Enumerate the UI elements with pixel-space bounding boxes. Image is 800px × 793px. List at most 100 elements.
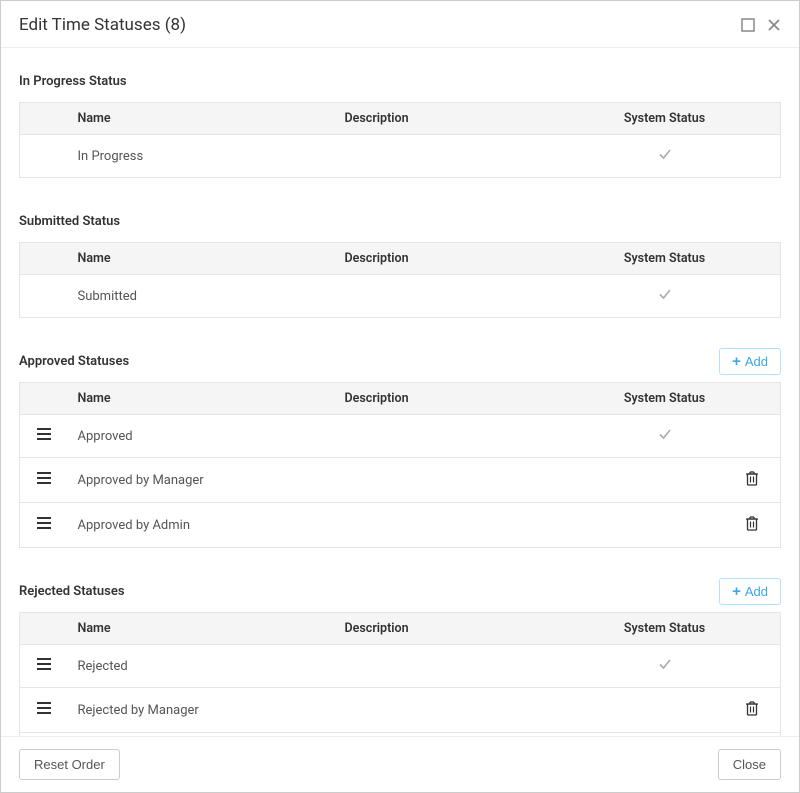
status-description-cell[interactable] (335, 275, 605, 318)
plus-icon: + (732, 584, 741, 599)
table-row: Submitted (20, 275, 781, 318)
trash-icon[interactable] (745, 515, 759, 531)
section-header: Rejected Statuses + Add (19, 576, 781, 606)
col-header-actions (725, 243, 781, 275)
status-description-cell[interactable] (335, 688, 605, 733)
col-header-description: Description (335, 243, 605, 275)
col-header-description: Description (335, 383, 605, 415)
trash-icon[interactable] (745, 470, 759, 486)
col-header-system-status: System Status (605, 103, 725, 135)
status-table: NameDescriptionSystem StatusApprovedAppr… (19, 382, 781, 548)
system-status-cell (605, 503, 725, 548)
col-header-description: Description (335, 613, 605, 645)
actions-cell (725, 275, 781, 318)
status-section: In Progress Status NameDescriptionSystem … (19, 66, 781, 178)
drag-handle-icon[interactable] (36, 516, 52, 530)
drag-cell (20, 688, 68, 733)
section-header: Approved Statuses+Add (19, 346, 781, 376)
dialog-title: Edit Time Statuses (8) (19, 15, 186, 35)
status-name-cell[interactable]: Rejected (68, 645, 335, 688)
system-status-cell (605, 458, 725, 503)
status-name-cell[interactable]: In Progress (68, 135, 335, 178)
drag-cell (20, 135, 68, 178)
dialog-footer: Reset Order Close (1, 736, 799, 792)
col-header-handle (20, 103, 68, 135)
drag-cell (20, 415, 68, 458)
status-table: NameDescriptionSystem Status RejectedReje… (19, 612, 781, 736)
drag-handle-icon[interactable] (36, 471, 52, 485)
dialog-header: Edit Time Statuses (8) (1, 1, 799, 48)
actions-cell (725, 503, 781, 548)
system-status-cell (605, 688, 725, 733)
actions-cell (725, 135, 781, 178)
add-button-label: Add (745, 584, 768, 599)
drag-cell (20, 458, 68, 503)
drag-cell (20, 275, 68, 318)
system-status-cell (605, 135, 725, 178)
add-button[interactable]: + Add (719, 578, 781, 605)
section-header: In Progress Status (19, 66, 781, 96)
col-header-description: Description (335, 103, 605, 135)
check-icon (658, 657, 672, 671)
plus-icon: + (732, 354, 741, 369)
drag-handle-icon[interactable] (36, 701, 52, 715)
close-button[interactable]: Close (718, 749, 781, 780)
actions-cell (725, 415, 781, 458)
status-description-cell[interactable] (335, 458, 605, 503)
drag-cell (20, 645, 68, 688)
status-description-cell[interactable] (335, 645, 605, 688)
status-section: Approved Statuses+AddNameDescriptionSyst… (19, 346, 781, 548)
actions-cell (725, 458, 781, 503)
drag-handle-icon[interactable] (36, 657, 52, 671)
status-description-cell[interactable] (335, 503, 605, 548)
table-row: Approved (20, 415, 781, 458)
edit-time-statuses-dialog: Edit Time Statuses (8) In Progress Statu… (0, 0, 800, 793)
table-row: Approved by Admin (20, 503, 781, 548)
status-section: Submitted Status NameDescriptionSystem St… (19, 206, 781, 318)
col-header-name: Name (68, 103, 335, 135)
system-status-cell (605, 415, 725, 458)
section-title: Rejected Statuses (19, 584, 125, 599)
col-header-system-status: System Status (605, 383, 725, 415)
col-header-actions (725, 383, 781, 415)
drag-handle-icon[interactable] (36, 427, 52, 441)
system-status-cell (605, 275, 725, 318)
col-header-actions (725, 103, 781, 135)
table-row: In Progress (20, 135, 781, 178)
status-description-cell[interactable] (335, 415, 605, 458)
close-icon[interactable] (767, 18, 781, 32)
section-header: Submitted Status (19, 206, 781, 236)
col-header-name: Name (68, 613, 335, 645)
drag-cell (20, 503, 68, 548)
col-header-name: Name (68, 383, 335, 415)
table-row: Rejected (20, 645, 781, 688)
col-header-name: Name (68, 243, 335, 275)
status-name-cell[interactable]: Submitted (68, 275, 335, 318)
add-button-label: Add (745, 354, 768, 369)
actions-cell (725, 688, 781, 733)
dialog-header-actions (741, 18, 781, 32)
col-header-handle (20, 383, 68, 415)
status-name-cell[interactable]: Approved (68, 415, 335, 458)
trash-icon[interactable] (745, 700, 759, 716)
status-section: Rejected Statuses + Add NameDescriptionSyst… (19, 576, 781, 736)
check-icon (658, 287, 672, 301)
col-header-actions (725, 613, 781, 645)
section-title: In Progress Status (19, 74, 127, 89)
col-header-system-status: System Status (605, 243, 725, 275)
add-button[interactable]: + Add (719, 348, 781, 375)
status-description-cell[interactable] (335, 135, 605, 178)
maximize-icon[interactable] (741, 18, 755, 32)
table-row: Approved by Manager (20, 458, 781, 503)
status-name-cell[interactable]: Approved by Manager (68, 458, 335, 503)
dialog-body: In Progress StatusNameDescriptionSystem … (1, 48, 799, 736)
status-table: NameDescriptionSystem Status In Progress (19, 102, 781, 178)
section-title: Submitted Status (19, 214, 120, 229)
status-name-cell[interactable]: Approved by Admin (68, 503, 335, 548)
col-header-system-status: System Status (605, 613, 725, 645)
reset-order-button[interactable]: Reset Order (19, 749, 120, 780)
status-name-cell[interactable]: Rejected by Manager (68, 688, 335, 733)
table-row: Rejected by Manager (20, 688, 781, 733)
check-icon (658, 427, 672, 441)
col-header-handle (20, 243, 68, 275)
